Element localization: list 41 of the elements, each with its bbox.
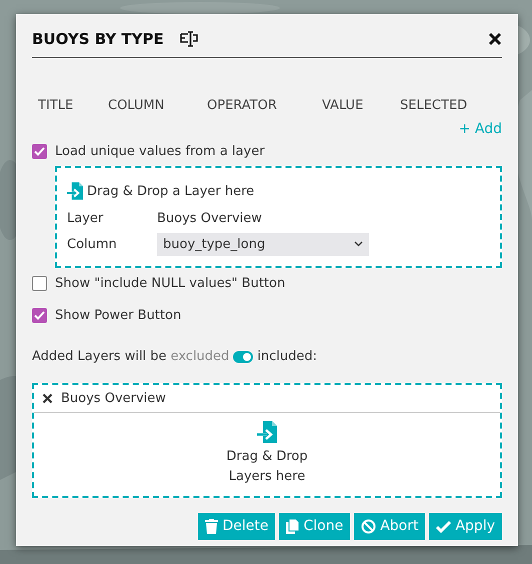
clone-button[interactable]: Clone <box>279 513 350 540</box>
edit-icon[interactable] <box>180 31 198 48</box>
check-icon <box>436 520 452 533</box>
checkbox[interactable] <box>32 308 47 323</box>
file-import-icon <box>67 182 83 200</box>
layer-name: Buoys Overview <box>61 390 166 408</box>
file-import-icon <box>257 421 277 443</box>
layer-name: Buoys Overview <box>157 210 262 228</box>
field-label: Column <box>67 236 118 254</box>
checkbox-label: Show "include NULL values" Button <box>55 275 286 293</box>
close-icon[interactable] <box>488 32 502 46</box>
checkbox[interactable] <box>32 144 47 160</box>
checkbox[interactable] <box>32 276 47 292</box>
mode-option: excluded <box>170 347 230 366</box>
copy-icon <box>286 519 300 534</box>
column-header: OPERATOR <box>207 96 278 114</box>
drop-zone[interactable]: Drag & Drop a Layer here Layer Buoys Overview Column buoy_type_long <box>55 166 502 268</box>
mode-option: included: <box>257 347 318 366</box>
column-select[interactable]: buoy_type_long <box>157 232 369 256</box>
abort-button[interactable]: Abort <box>354 513 426 540</box>
apply-button[interactable]: Apply <box>429 513 502 540</box>
drop-hint: Drag & Drop <box>226 448 308 466</box>
column-header: SELECTED <box>400 96 468 114</box>
add-link[interactable]: + Add <box>458 119 502 140</box>
column-header: TITLE <box>38 96 74 114</box>
toggle-switch[interactable] <box>233 350 254 363</box>
field-label: Layer <box>67 210 104 228</box>
drop-hint: Layers here <box>228 468 306 486</box>
cancel-icon <box>361 519 376 534</box>
column-header: VALUE <box>322 96 364 114</box>
chevron-icon <box>354 241 363 248</box>
mode-label: Added Layers will be <box>32 348 167 366</box>
trash-icon <box>205 519 218 534</box>
checkbox-label: Show Power Button <box>55 306 182 324</box>
column-header: COLUMN <box>108 96 166 114</box>
dialog-title: BUOYS BY TYPE <box>32 29 164 50</box>
remove-icon[interactable] <box>42 392 53 404</box>
layer-drop-zone[interactable]: Buoys Overview Drag & Drop Layers here <box>32 382 502 498</box>
drop-hint: Drag & Drop a Layer here <box>87 182 254 200</box>
checkbox-label: Load unique values from a layer <box>55 143 265 161</box>
delete-button[interactable]: Delete <box>198 513 276 540</box>
